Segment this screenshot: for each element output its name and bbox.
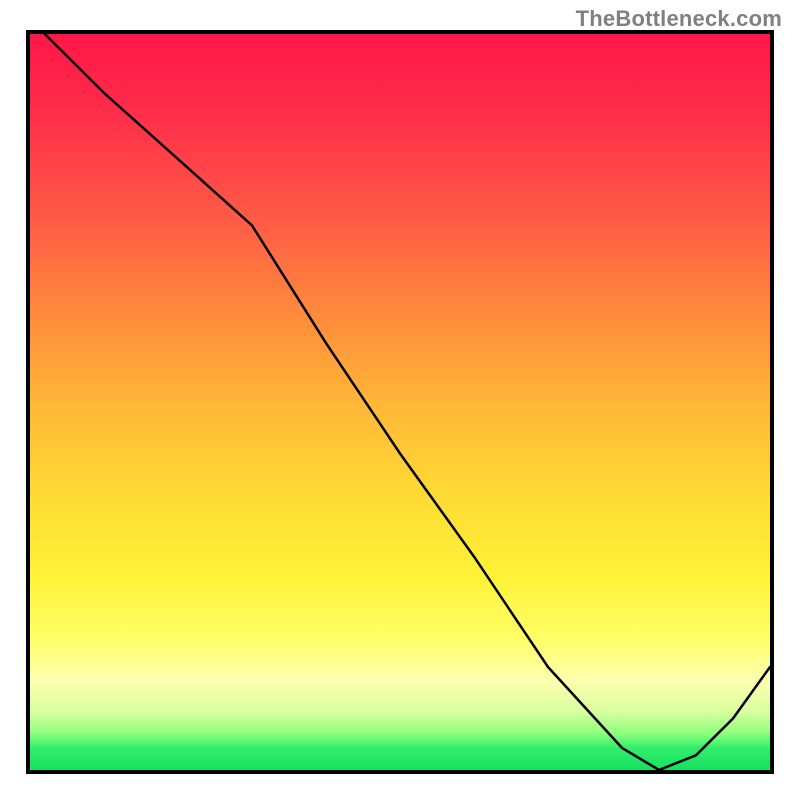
- background-gradient: [30, 34, 770, 770]
- plot-area: [26, 30, 774, 774]
- chart-stage: TheBottleneck.com: [0, 0, 800, 800]
- watermark-text: TheBottleneck.com: [576, 6, 782, 32]
